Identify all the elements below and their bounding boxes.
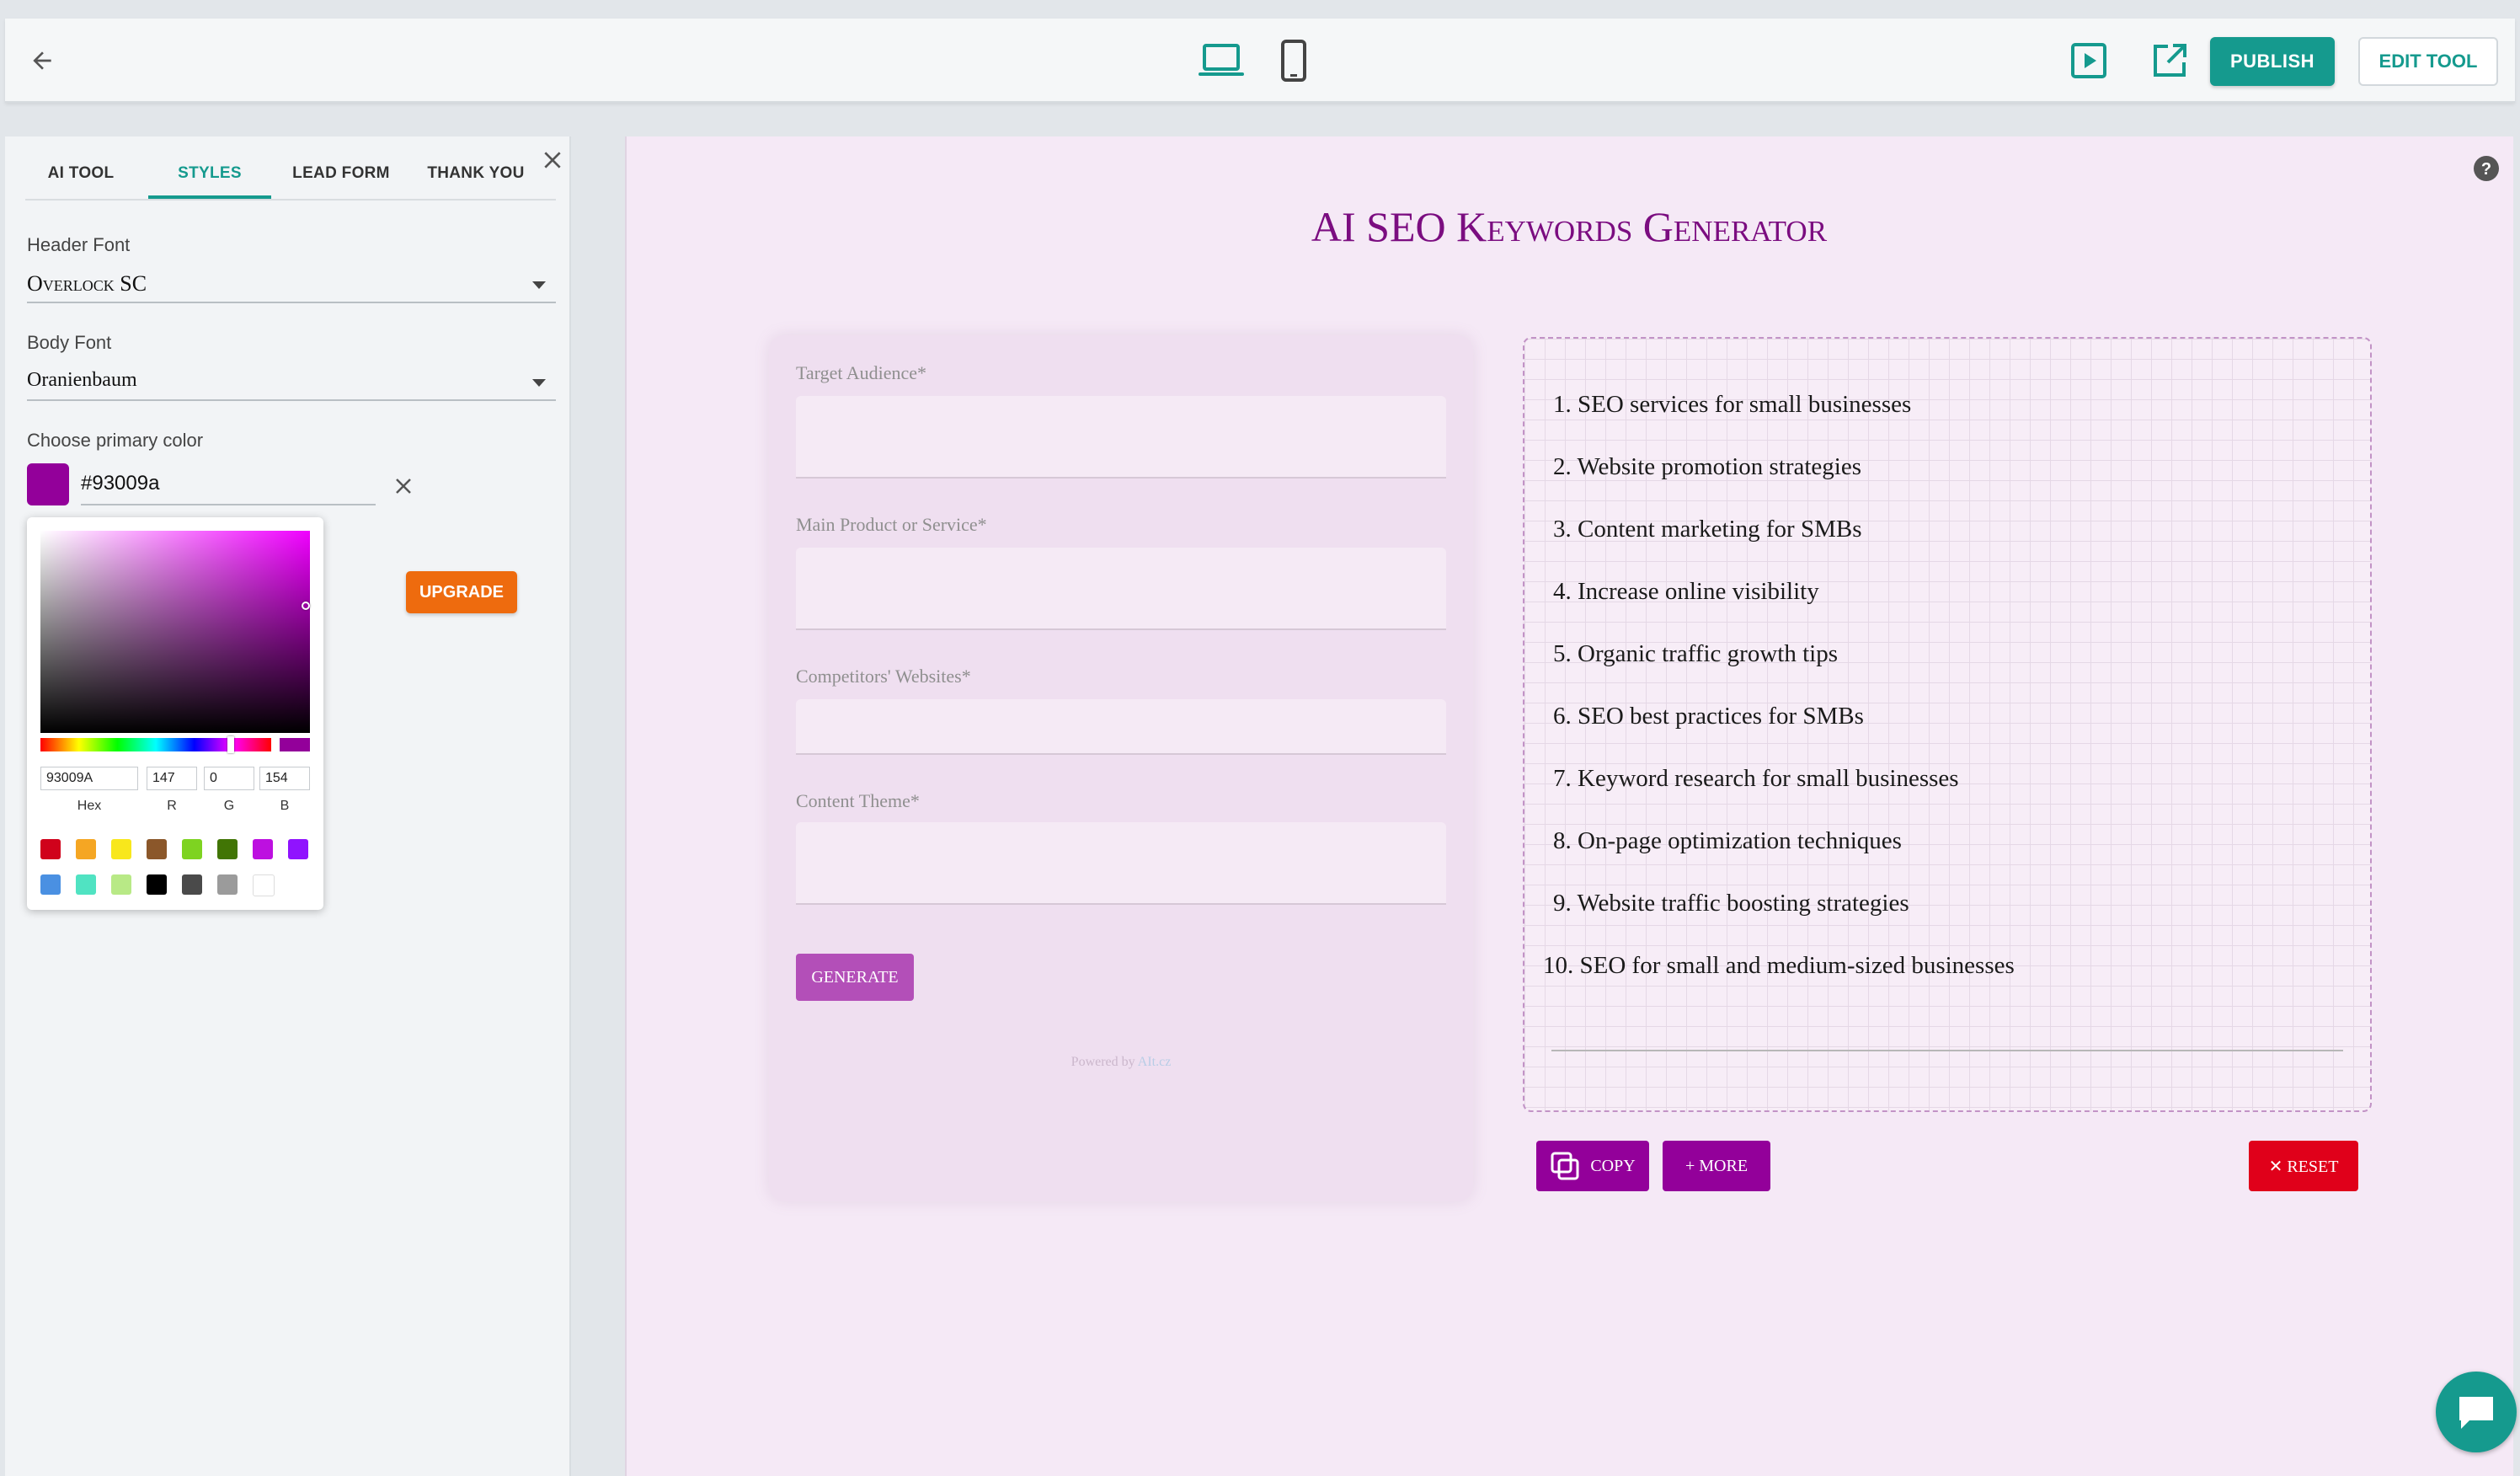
tool-title: AI SEO Keywords Generator [1311, 203, 1828, 250]
external-link-icon[interactable] [2149, 40, 2190, 81]
powered-by-link[interactable]: AIt.cz [1138, 1055, 1172, 1069]
preset-swatch[interactable] [40, 839, 61, 859]
preset-swatch[interactable] [253, 874, 275, 896]
results-box: 1. SEO services for small businesses 2. W… [1523, 337, 2372, 1112]
edit-tool-button[interactable]: EDIT TOOL [2358, 37, 2498, 86]
current-color-preview [280, 738, 310, 751]
preset-swatch[interactable] [76, 839, 96, 859]
svg-text:?: ? [2481, 160, 2491, 179]
laptop-icon[interactable] [1196, 39, 1247, 83]
color-picker-popover: 93009A 147 0 154 Hex R G B [27, 517, 323, 910]
more-button[interactable]: + MORE [1663, 1141, 1770, 1191]
preset-swatches [40, 839, 318, 900]
generate-button[interactable]: GENERATE [796, 954, 914, 1001]
top-toolbar: PUBLISH EDIT TOOL [5, 19, 2515, 103]
preset-swatch[interactable] [217, 839, 238, 859]
red-caption: R [167, 799, 177, 813]
back-icon[interactable] [25, 44, 59, 78]
preset-swatch[interactable] [76, 874, 96, 895]
preset-swatch[interactable] [182, 839, 202, 859]
header-font-label: Header Font [27, 234, 131, 255]
preset-swatch[interactable] [147, 874, 167, 895]
main-product-label: Main Product or Service* [796, 514, 987, 535]
header-font-select[interactable]: Overlock SC [27, 266, 556, 303]
preset-swatch[interactable] [253, 839, 273, 859]
smartphone-icon[interactable] [1277, 37, 1311, 84]
preset-swatch[interactable] [40, 874, 61, 895]
preset-swatch[interactable] [111, 874, 131, 895]
preset-swatch[interactable] [217, 874, 238, 895]
result-item: 6. SEO best practices for SMBs [1553, 703, 1864, 730]
result-item: 8. On-page optimization techniques [1553, 827, 1902, 854]
primary-color-swatch[interactable] [27, 463, 69, 505]
hue-handle[interactable] [227, 736, 234, 753]
publish-button[interactable]: PUBLISH [2210, 37, 2335, 86]
primary-color-input[interactable]: #93009a [81, 465, 376, 507]
input-form-card: Target Audience* Main Product or Service… [769, 335, 1473, 1201]
result-item: 4. Increase online visibility [1553, 578, 1819, 605]
close-icon[interactable] [537, 145, 568, 175]
green-input[interactable]: 0 [204, 767, 254, 790]
result-item: 2. Website promotion strategies [1553, 453, 1862, 480]
saturation-area[interactable] [40, 531, 310, 733]
clear-color-icon[interactable] [391, 473, 416, 499]
result-item: 10. SEO for small and medium-sized busin… [1543, 952, 2015, 979]
powered-by: Powered by AIt.cz [769, 1055, 1473, 1070]
saturation-handle[interactable] [302, 602, 310, 610]
chevron-down-icon [532, 379, 546, 387]
tab-thank-you[interactable]: THANK YOU [413, 157, 539, 190]
primary-color-label: Choose primary color [27, 430, 204, 451]
body-font-select[interactable]: Oranienbaum [27, 364, 556, 401]
hex-caption: Hex [77, 799, 102, 813]
hex-input[interactable]: 93009A [40, 767, 138, 790]
reset-button[interactable]: ✕ RESET [2249, 1141, 2358, 1191]
content-theme-input[interactable] [796, 822, 1446, 905]
competitors-label: Competitors' Websites* [796, 666, 971, 687]
competitors-input[interactable] [796, 699, 1446, 755]
preset-swatch[interactable] [182, 874, 202, 895]
preset-swatch[interactable] [288, 839, 308, 859]
input-underline [81, 504, 376, 505]
header-font-value: Overlock SC [27, 271, 147, 296]
chevron-down-icon [532, 281, 546, 289]
upgrade-button[interactable]: UPGRADE [406, 571, 517, 613]
tab-divider [25, 199, 556, 201]
body-font-value: Oranienbaum [27, 369, 137, 391]
primary-color-value: #93009a [81, 472, 160, 495]
target-audience-label: Target Audience* [796, 362, 927, 383]
tab-ai-tool[interactable]: AI TOOL [22, 157, 140, 190]
copy-icon [1551, 1152, 1579, 1180]
result-item: 7. Keyword research for small businesses [1553, 765, 1959, 792]
copy-label: COPY [1590, 1156, 1636, 1175]
copy-button[interactable]: COPY [1536, 1141, 1649, 1191]
select-underline [27, 399, 556, 401]
powered-by-text: Powered by [1070, 1055, 1135, 1069]
select-underline [27, 302, 556, 303]
content-theme-label: Content Theme* [796, 790, 920, 811]
hue-slider[interactable] [40, 738, 271, 751]
result-item: 1. SEO services for small businesses [1553, 391, 1912, 418]
preset-swatch[interactable] [111, 839, 131, 859]
result-item: 3. Content marketing for SMBs [1553, 516, 1862, 543]
result-item: 5. Organic traffic growth tips [1553, 640, 1838, 667]
green-caption: G [223, 799, 235, 813]
target-audience-input[interactable] [796, 396, 1446, 479]
blue-caption: B [280, 799, 290, 813]
question-circle-icon[interactable]: ? [2471, 153, 2501, 184]
chat-bubble-icon[interactable] [2436, 1372, 2517, 1452]
tab-styles[interactable]: STYLES [148, 157, 271, 190]
red-input[interactable]: 147 [147, 767, 197, 790]
tab-lead-form[interactable]: LEAD FORM [280, 157, 403, 190]
preset-swatch[interactable] [147, 839, 167, 859]
play-square-icon[interactable] [2069, 40, 2109, 81]
results-divider [1551, 1050, 2343, 1051]
body-font-label: Body Font [27, 332, 112, 353]
main-product-input[interactable] [796, 548, 1446, 630]
blue-input[interactable]: 154 [259, 767, 310, 790]
result-item: 9. Website traffic boosting strategies [1553, 890, 1909, 917]
